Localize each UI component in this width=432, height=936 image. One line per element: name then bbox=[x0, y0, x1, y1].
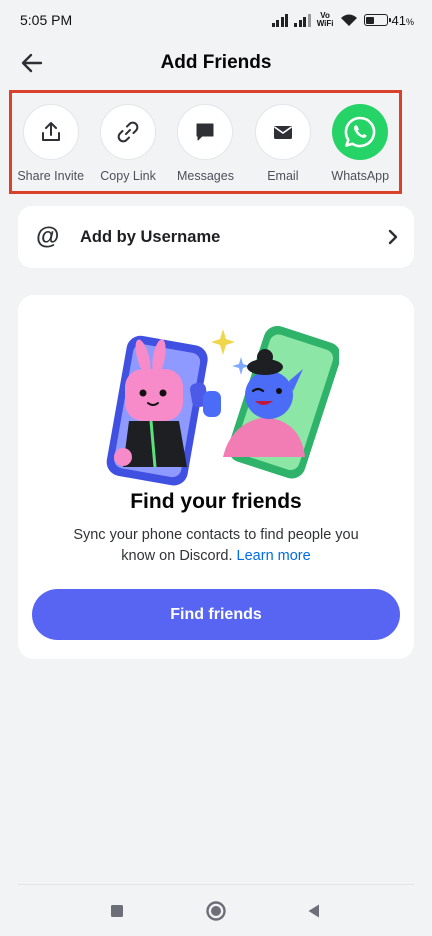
email-circle bbox=[254, 104, 311, 160]
share-invite-label: Share Invite bbox=[17, 169, 85, 183]
messages-button[interactable]: Messages bbox=[168, 104, 243, 191]
battery-icon bbox=[363, 14, 391, 26]
friends-illustration bbox=[106, 326, 339, 486]
email-label: Email bbox=[267, 169, 299, 183]
whatsapp-button[interactable]: WhatsApp bbox=[323, 104, 398, 191]
home-button[interactable] bbox=[205, 900, 227, 922]
status-bar: 5:05 PM Vo WiFi 41% bbox=[0, 0, 432, 40]
messages-label: Messages bbox=[176, 169, 234, 183]
message-bubble-icon bbox=[196, 123, 214, 141]
triangle-back-icon bbox=[308, 904, 319, 918]
share-invite-circle bbox=[22, 104, 79, 160]
whatsapp-icon bbox=[344, 116, 376, 148]
status-time: 5:05 PM bbox=[20, 12, 73, 28]
battery-unit: % bbox=[405, 16, 414, 27]
messages-circle bbox=[177, 104, 234, 160]
battery-indicator: 41% bbox=[363, 12, 414, 28]
envelope-icon bbox=[273, 126, 292, 139]
learn-more-link[interactable]: Learn more bbox=[237, 548, 311, 564]
vowifi-label: Vo WiFi bbox=[316, 11, 334, 28]
back-nav-button[interactable] bbox=[303, 900, 325, 922]
wifi-icon bbox=[340, 14, 357, 26]
copy-link-label: Copy Link bbox=[100, 169, 156, 183]
share-options-row: Share Invite Copy Link Messages Email Wh… bbox=[9, 90, 402, 194]
system-nav-bar bbox=[0, 885, 432, 936]
square-icon bbox=[111, 905, 123, 917]
copy-link-button[interactable]: Copy Link bbox=[91, 104, 166, 191]
header: Add Friends bbox=[0, 40, 432, 86]
signal-icon bbox=[271, 13, 289, 27]
battery-percent: 41 bbox=[391, 12, 406, 28]
add-by-username-label: Add by Username bbox=[80, 227, 221, 246]
share-upload-icon bbox=[41, 122, 60, 141]
find-friends-card: Find your friends Sync your phone contac… bbox=[18, 295, 414, 659]
share-invite-button[interactable]: Share Invite bbox=[13, 104, 88, 191]
signal-icon-2 bbox=[294, 13, 311, 27]
find-friends-button[interactable]: Find friends bbox=[32, 589, 400, 640]
card-description: Sync your phone contacts to find people … bbox=[73, 527, 359, 564]
status-icons: Vo WiFi 41% bbox=[271, 11, 414, 28]
at-sign-icon: @ bbox=[36, 223, 60, 250]
email-button[interactable]: Email bbox=[245, 104, 320, 191]
add-by-username-row[interactable]: @ Add by Username bbox=[18, 206, 414, 268]
copy-link-circle bbox=[100, 104, 157, 160]
recent-apps-button[interactable] bbox=[106, 900, 128, 922]
circle-home-icon bbox=[206, 901, 226, 921]
card-description-block: Sync your phone contacts to find people … bbox=[58, 525, 374, 567]
whatsapp-circle bbox=[332, 104, 389, 160]
chevron-right-icon bbox=[388, 229, 398, 245]
link-icon bbox=[117, 121, 139, 143]
whatsapp-label: WhatsApp bbox=[331, 169, 390, 183]
card-title: Find your friends bbox=[130, 490, 302, 513]
page-title: Add Friends bbox=[160, 52, 272, 73]
